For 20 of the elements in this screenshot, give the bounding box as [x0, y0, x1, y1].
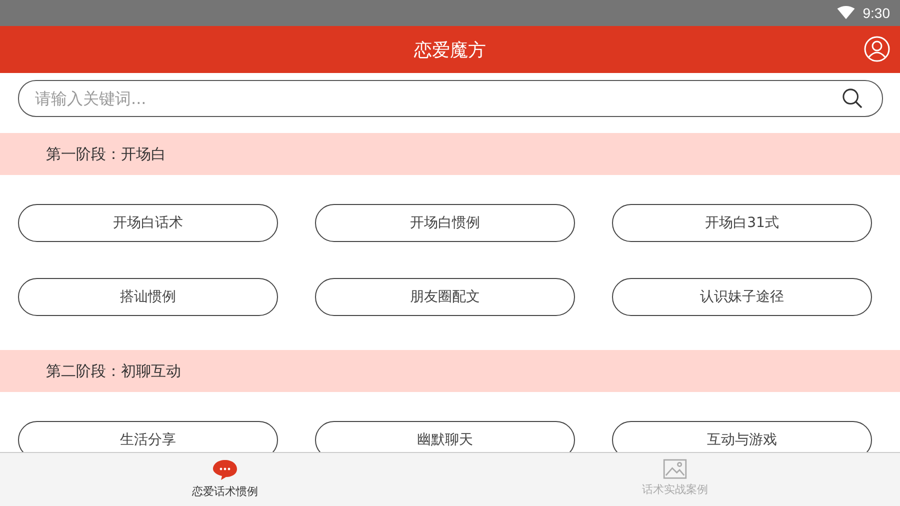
chat-bubble-icon	[212, 459, 238, 481]
category-button[interactable]: 开场白惯例	[315, 204, 575, 242]
search-icon[interactable]	[842, 88, 863, 109]
category-button[interactable]: 认识妹子途径	[612, 278, 872, 316]
image-icon	[663, 459, 687, 479]
category-button[interactable]: 朋友圈配文	[315, 278, 575, 316]
category-button[interactable]: 搭讪惯例	[18, 278, 278, 316]
wifi-icon	[836, 6, 855, 20]
category-button[interactable]: 开场白话术	[18, 204, 278, 242]
category-button[interactable]: 幽默聊天	[315, 421, 575, 452]
category-button[interactable]: 生活分享	[18, 421, 278, 452]
user-icon[interactable]	[864, 36, 890, 62]
category-button[interactable]: 互动与游戏	[612, 421, 872, 452]
app-title: 恋爱魔方	[414, 38, 486, 62]
category-button[interactable]: 开场白31式	[612, 204, 872, 242]
section-header: 第一阶段：开场白	[0, 133, 900, 175]
nav-tab[interactable]: 恋爱话术惯例	[188, 453, 262, 506]
section-header: 第二阶段：初聊互动	[0, 350, 900, 392]
status-time: 9:30	[862, 5, 890, 21]
search-field[interactable]: 请输入关键词...	[18, 80, 883, 117]
